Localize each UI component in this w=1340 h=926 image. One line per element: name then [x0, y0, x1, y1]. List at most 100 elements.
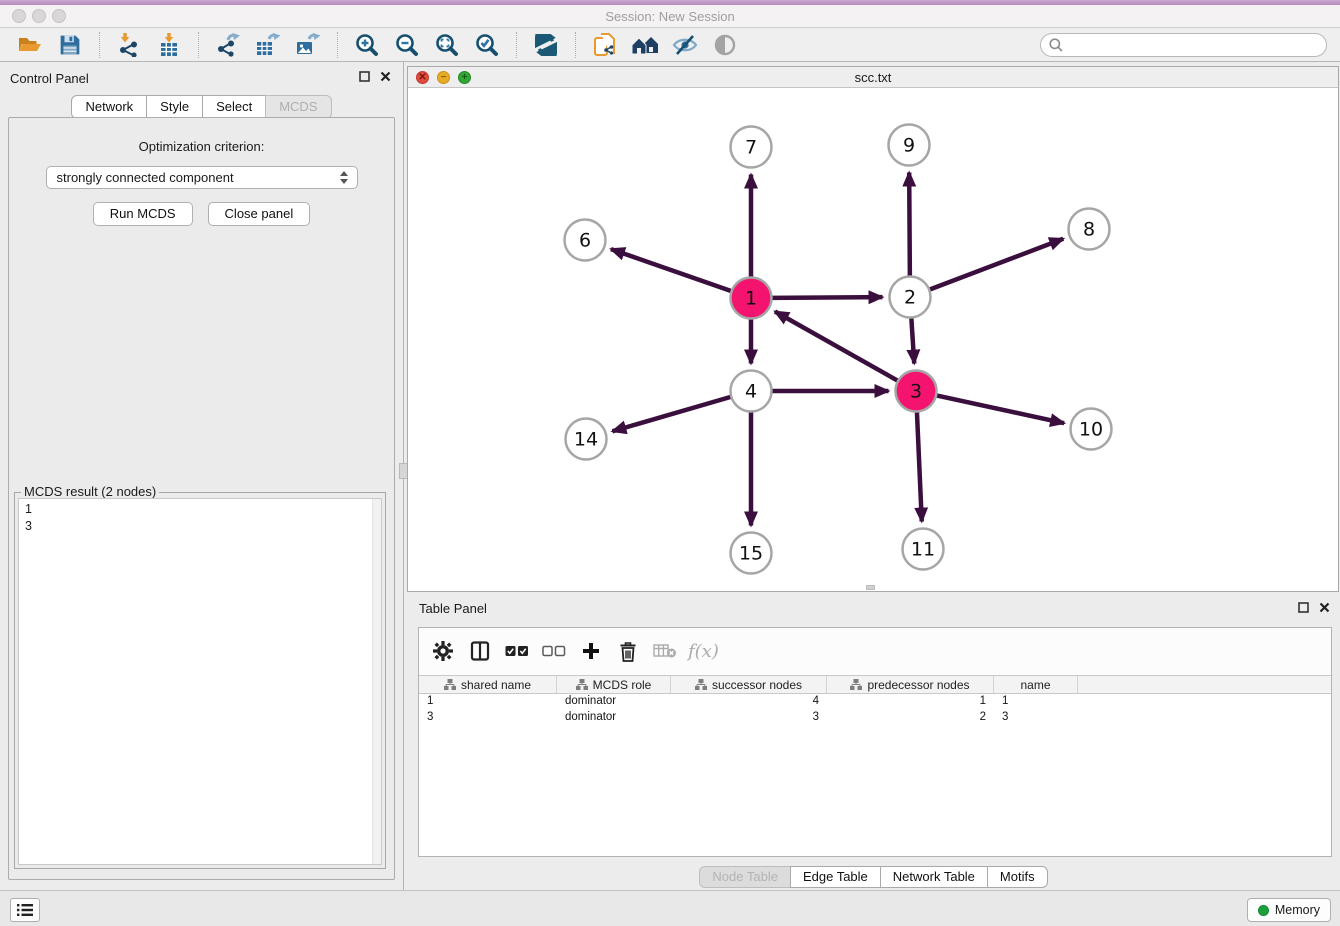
network-window-titlebar[interactable]: ✕ − + scc.txt: [408, 67, 1338, 88]
export-network-icon[interactable]: [213, 31, 243, 59]
toolbar-separator: [337, 32, 338, 58]
edge-3-11[interactable]: [917, 412, 922, 521]
column-header-successor-nodes[interactable]: successor nodes: [671, 676, 827, 693]
table-cell[interactable]: dominator: [557, 694, 671, 710]
column-header-shared-name[interactable]: shared name: [419, 676, 557, 693]
table-cell[interactable]: 1: [827, 694, 994, 710]
hide-graphics-details-icon[interactable]: [670, 31, 700, 59]
node-label-11: 11: [911, 539, 935, 561]
mcds-result-title: MCDS result (2 nodes): [21, 484, 159, 499]
scrollbar-track[interactable]: [372, 499, 381, 864]
column-header-name[interactable]: name: [994, 676, 1078, 693]
memory-status-icon: [1258, 905, 1269, 916]
export-image-icon[interactable]: [293, 31, 323, 59]
canvas-resize-grip[interactable]: [866, 585, 875, 590]
table-cell[interactable]: 1: [419, 694, 557, 710]
optimization-criterion-select[interactable]: strongly connected component: [46, 166, 358, 189]
table-body: 1dominator4113dominator323: [419, 694, 1331, 726]
open-session-icon[interactable]: [15, 31, 45, 59]
create-column-icon[interactable]: [577, 638, 605, 664]
edge-1-6[interactable]: [611, 249, 731, 291]
close-panel-icon[interactable]: [380, 71, 391, 82]
tab-style[interactable]: Style: [146, 95, 203, 119]
control-panel-header: Control Panel: [0, 62, 403, 90]
node-label-3: 3: [910, 381, 922, 403]
node-label-1: 1: [745, 288, 757, 310]
edge-2-3[interactable]: [911, 318, 914, 363]
refresh-layout-icon[interactable]: [531, 31, 561, 59]
tab-select[interactable]: Select: [202, 95, 266, 119]
import-network-icon[interactable]: [114, 31, 144, 59]
tab-node-table[interactable]: Node Table: [699, 866, 791, 888]
table-cell[interactable]: 3: [419, 710, 557, 726]
zoom-selected-icon[interactable]: [472, 31, 502, 59]
select-all-icon[interactable]: [503, 638, 531, 664]
table-cell[interactable]: 3: [671, 710, 827, 726]
edge-3-10[interactable]: [937, 396, 1064, 424]
mcds-result-text[interactable]: 1 3: [18, 498, 382, 865]
column-header-label: shared name: [461, 678, 531, 692]
column-type-icon: [695, 679, 707, 690]
column-header-label: predecessor nodes: [867, 678, 969, 692]
mcds-result-group: MCDS result (2 nodes) 1 3: [14, 492, 386, 869]
list-icon: [17, 903, 33, 917]
table-toolbar: f(x): [419, 628, 1331, 674]
memory-button[interactable]: Memory: [1247, 898, 1331, 922]
table-mode-gear-icon[interactable]: [429, 638, 457, 664]
close-panel-button[interactable]: Close panel: [208, 202, 311, 226]
toolbar-separator: [516, 32, 517, 58]
zoom-in-icon[interactable]: [352, 31, 382, 59]
deselect-all-icon[interactable]: [540, 638, 568, 664]
column-type-icon: [850, 679, 862, 690]
node-label-10: 10: [1079, 419, 1103, 441]
window-title: Session: New Session: [0, 9, 1340, 24]
run-mcds-button[interactable]: Run MCDS: [93, 202, 193, 226]
edge-2-9[interactable]: [909, 172, 910, 275]
zoom-fit-icon[interactable]: [432, 31, 462, 59]
home-view-icon[interactable]: [630, 31, 660, 59]
float-panel-icon[interactable]: [1298, 602, 1309, 613]
table-panel-tabs: Node TableEdge TableNetwork TableMotifs: [407, 866, 1340, 888]
table-cell[interactable]: dominator: [557, 710, 671, 726]
edge-2-8[interactable]: [930, 239, 1063, 290]
status-bar: Memory: [0, 890, 1340, 926]
tab-edge-table[interactable]: Edge Table: [790, 866, 881, 888]
node-label-6: 6: [579, 230, 591, 252]
network-graph[interactable]: 1234678910111415: [408, 88, 1338, 591]
table-cell[interactable]: 3: [994, 710, 1078, 726]
save-session-icon[interactable]: [55, 31, 85, 59]
float-panel-icon[interactable]: [359, 71, 370, 82]
search-input[interactable]: [1068, 38, 1318, 53]
network-canvas[interactable]: 1234678910111415: [408, 88, 1338, 591]
table-cell[interactable]: 4: [671, 694, 827, 710]
zoom-out-icon[interactable]: [392, 31, 422, 59]
table-row[interactable]: 3dominator323: [419, 710, 1331, 726]
criterion-value: strongly connected component: [57, 170, 234, 185]
tab-network[interactable]: Network: [71, 95, 147, 119]
edge-4-14[interactable]: [612, 397, 730, 431]
column-type-icon: [444, 679, 456, 690]
edge-3-1[interactable]: [775, 312, 897, 381]
birds-eye-view-icon[interactable]: [710, 31, 740, 59]
show-columns-icon[interactable]: [466, 638, 494, 664]
export-table-icon[interactable]: [253, 31, 283, 59]
import-table-icon[interactable]: [154, 31, 184, 59]
close-panel-icon[interactable]: [1319, 602, 1330, 613]
edge-1-2[interactable]: [772, 297, 882, 298]
table-cell[interactable]: 1: [994, 694, 1078, 710]
delete-column-icon[interactable]: [614, 638, 642, 664]
task-history-button[interactable]: [10, 898, 40, 922]
column-header-MCDS-role[interactable]: MCDS role: [557, 676, 671, 693]
node-label-9: 9: [903, 135, 915, 157]
tab-network-table[interactable]: Network Table: [880, 866, 988, 888]
tab-mcds[interactable]: MCDS: [265, 95, 331, 119]
column-type-icon: [576, 679, 588, 690]
table-cell[interactable]: 2: [827, 710, 994, 726]
search-field[interactable]: [1040, 33, 1327, 57]
column-header-predecessor-nodes[interactable]: predecessor nodes: [827, 676, 994, 693]
tab-motifs[interactable]: Motifs: [987, 866, 1048, 888]
mcds-panel: Optimization criterion: strongly connect…: [8, 117, 395, 880]
node-table-container: f(x) shared name MCDS rolesuccessor nodes…: [418, 627, 1332, 857]
clone-network-icon[interactable]: [590, 31, 620, 59]
table-row[interactable]: 1dominator411: [419, 694, 1331, 710]
